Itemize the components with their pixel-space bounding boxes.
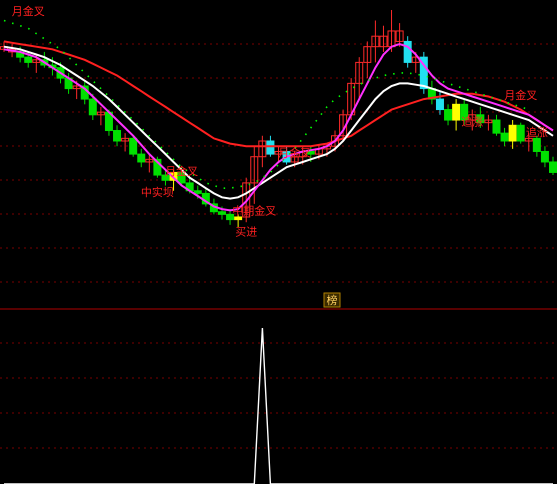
grid bbox=[0, 43, 557, 449]
candle-body bbox=[403, 40, 412, 63]
candle-body bbox=[24, 56, 33, 63]
indicator-line bbox=[4, 327, 553, 484]
candle-body bbox=[217, 211, 226, 215]
candle-body bbox=[508, 124, 517, 142]
candle-body bbox=[113, 130, 122, 142]
lower-indicator bbox=[4, 327, 553, 484]
signal-label: 追涨 bbox=[526, 125, 548, 139]
signal-labels: 月金叉月金叉中实坝月金叉中期金叉买进月金叉追涨追涨 bbox=[12, 4, 548, 238]
ma-line bbox=[3, 19, 530, 189]
signal-label: 月金叉 bbox=[12, 4, 45, 18]
signal-label: 买进 bbox=[235, 225, 257, 238]
candle-body bbox=[88, 98, 97, 116]
signal-label: 月金叉 bbox=[278, 146, 311, 160]
indicator-badge: 榜 bbox=[323, 292, 341, 308]
candle-body bbox=[444, 109, 453, 121]
candle-body bbox=[452, 103, 461, 121]
candle-body bbox=[193, 190, 202, 194]
candle-body bbox=[137, 153, 146, 163]
candle-body bbox=[540, 150, 549, 163]
badge-text: 榜 bbox=[327, 293, 338, 307]
candle-body bbox=[500, 132, 509, 142]
signal-label: 月金叉 bbox=[504, 88, 537, 102]
signal-label: 月金叉 bbox=[165, 164, 198, 178]
candle-body bbox=[129, 137, 138, 155]
signal-label: 追涨 bbox=[461, 114, 483, 128]
signal-label: 中期金叉 bbox=[232, 203, 276, 217]
candle-body bbox=[492, 119, 501, 134]
candle-body bbox=[549, 161, 557, 173]
candle-body bbox=[516, 124, 525, 142]
candle-body bbox=[435, 98, 444, 111]
chart-svg: 月金叉月金叉中实坝月金叉中期金叉买进月金叉追涨追涨 榜 bbox=[0, 4, 557, 484]
signal-label: 中实坝 bbox=[141, 185, 174, 199]
candle-body bbox=[266, 140, 275, 155]
candle-body bbox=[532, 137, 541, 152]
